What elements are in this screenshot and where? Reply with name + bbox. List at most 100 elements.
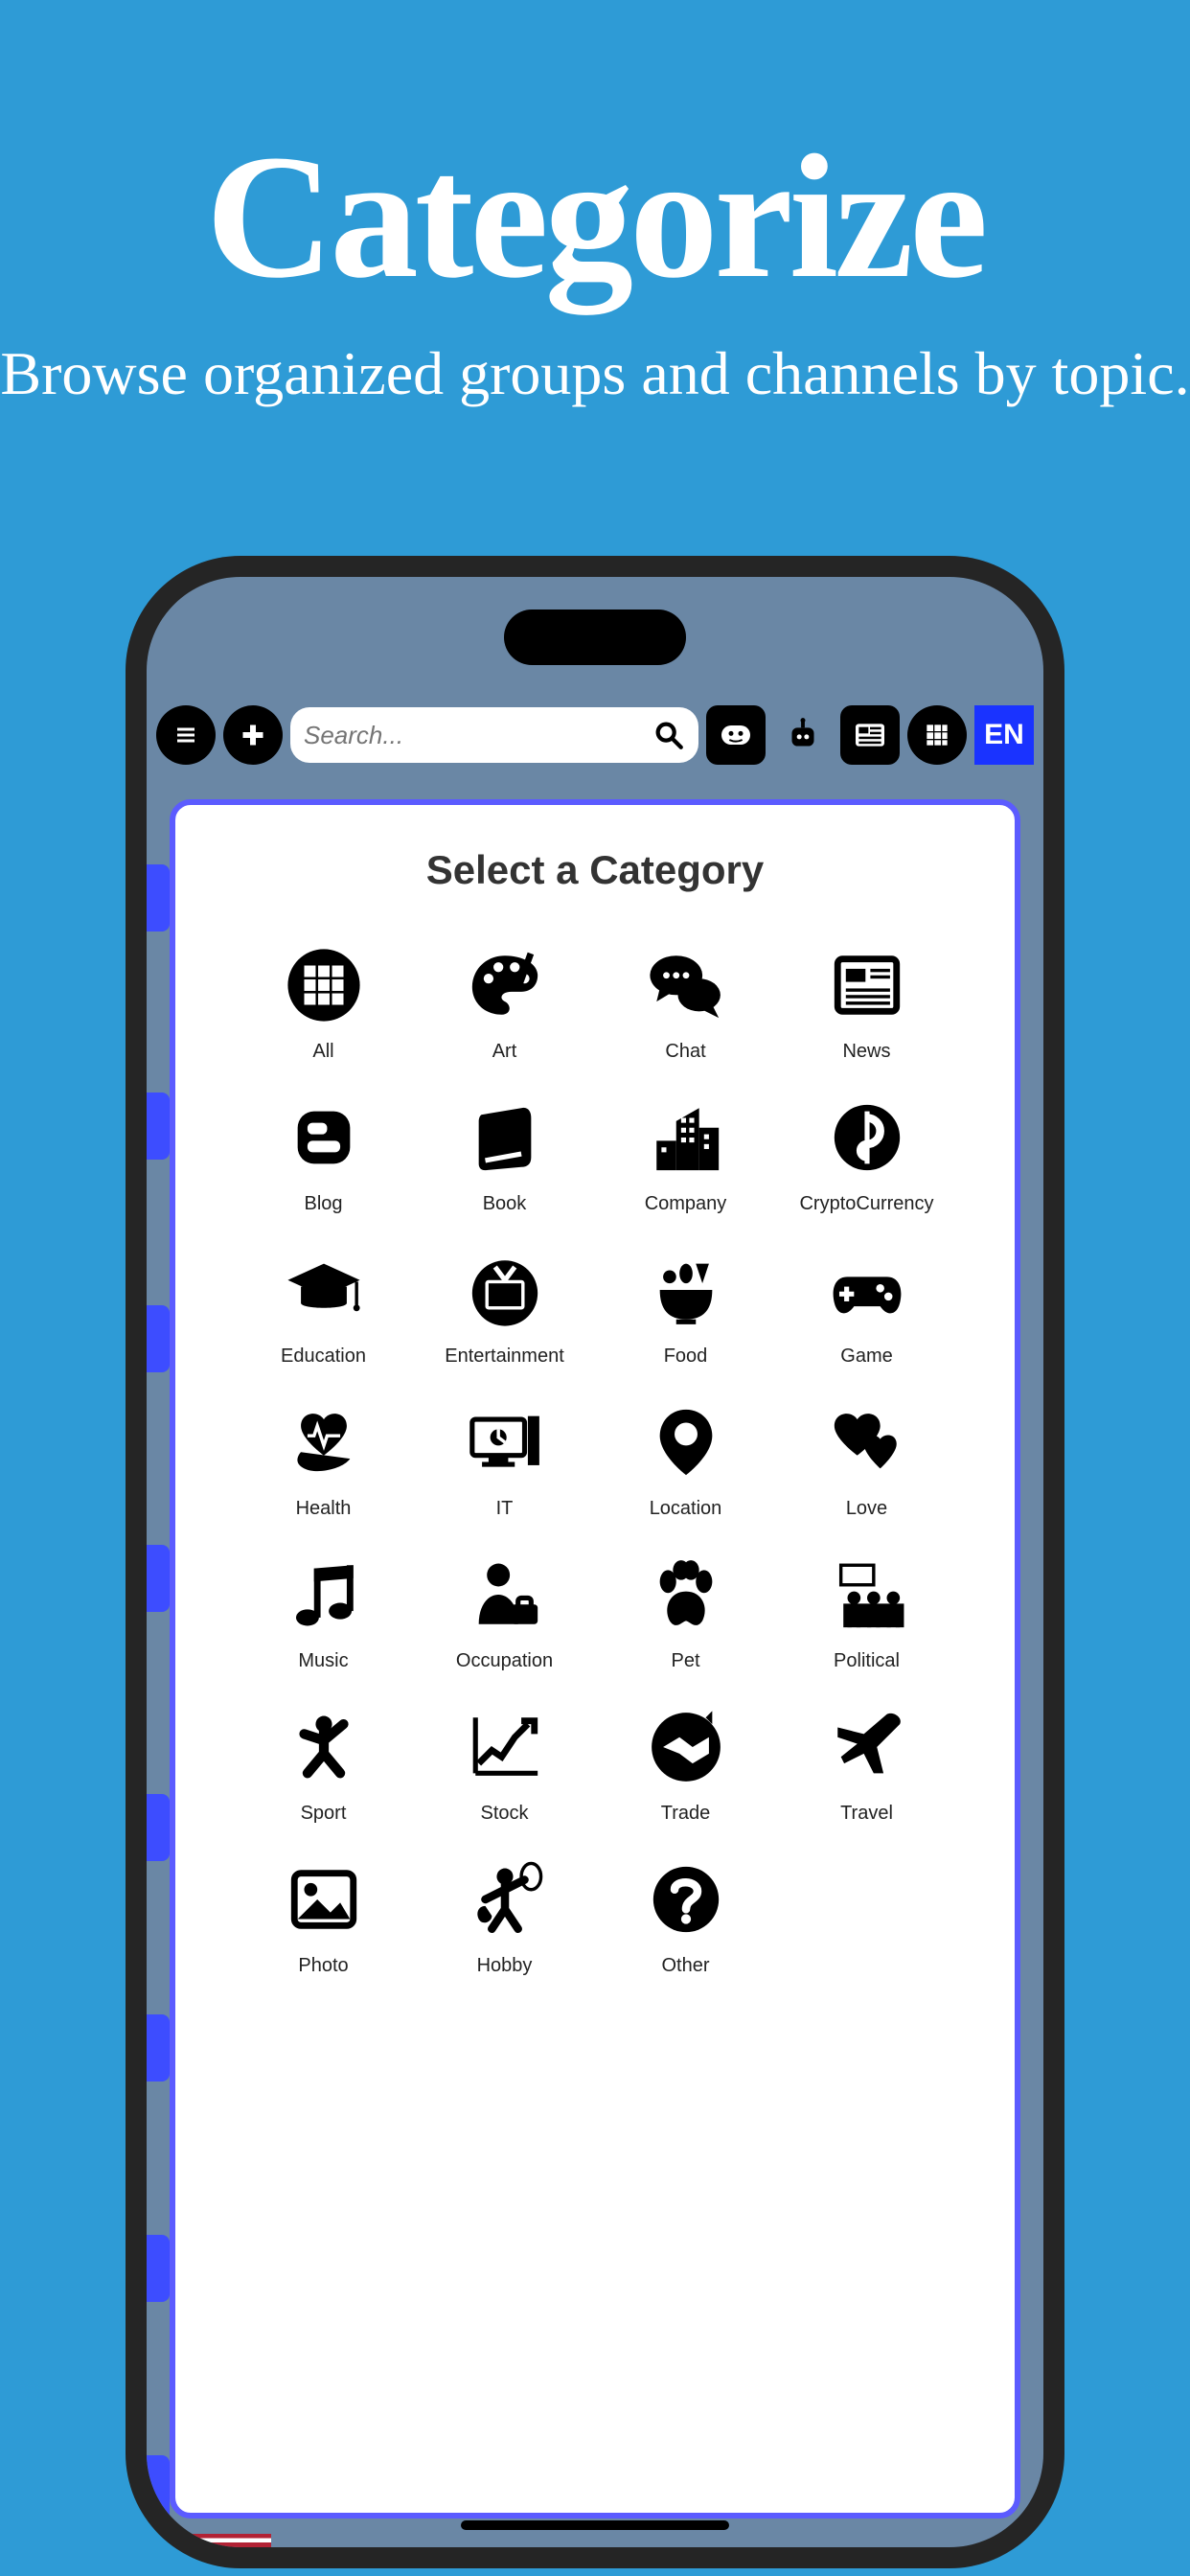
category-education[interactable]: Education (233, 1242, 414, 1368)
search-icon (652, 719, 685, 751)
category-protest[interactable]: Political (776, 1547, 957, 1672)
palette-icon (457, 937, 553, 1033)
category-label: News (842, 1041, 890, 1063)
category-computer[interactable]: IT (414, 1394, 595, 1520)
grid-icon (922, 720, 952, 750)
news-icon (819, 937, 915, 1033)
bot-button[interactable] (773, 705, 833, 765)
category-palette[interactable]: Art (414, 937, 595, 1063)
category-paw[interactable]: Pet (595, 1547, 776, 1672)
paw-icon (638, 1547, 734, 1643)
side-tab[interactable] (147, 1794, 170, 1861)
add-button[interactable] (223, 705, 283, 765)
menu-button[interactable] (156, 705, 216, 765)
education-icon (276, 1242, 372, 1338)
category-food[interactable]: Food (595, 1242, 776, 1368)
hero-title: Categorize (0, 115, 1190, 319)
search-box[interactable] (290, 707, 698, 763)
handshake-icon (638, 1699, 734, 1795)
category-gamepad[interactable]: Game (776, 1242, 957, 1368)
category-label: Other (661, 1955, 709, 1977)
computer-icon (457, 1394, 553, 1490)
category-music[interactable]: Music (233, 1547, 414, 1672)
health-icon (276, 1394, 372, 1490)
category-news[interactable]: News (776, 937, 957, 1063)
category-label: Occupation (456, 1650, 553, 1672)
category-label: Sport (301, 1803, 347, 1825)
category-crypto[interactable]: CryptoCurrency (776, 1090, 957, 1215)
category-label: Trade (661, 1803, 711, 1825)
side-tab[interactable] (147, 1545, 170, 1612)
plane-icon (819, 1699, 915, 1795)
category-label: Photo (298, 1955, 348, 1977)
category-label: Education (281, 1346, 366, 1368)
side-tab[interactable] (147, 1092, 170, 1160)
category-hearts[interactable]: Love (776, 1394, 957, 1520)
category-blog[interactable]: Blog (233, 1090, 414, 1215)
category-label: Health (296, 1498, 352, 1520)
search-input[interactable] (304, 721, 652, 750)
hero-subtitle: Browse organized groups and channels by … (0, 335, 1190, 412)
category-pin[interactable]: Location (595, 1394, 776, 1520)
category-label: Book (483, 1193, 527, 1215)
side-tab[interactable] (147, 2455, 170, 2522)
category-label: Travel (840, 1803, 893, 1825)
tv-icon (457, 1242, 553, 1338)
food-icon (638, 1242, 734, 1338)
hobby-icon (457, 1852, 553, 1947)
company-icon (638, 1090, 734, 1185)
plus-icon (236, 718, 270, 752)
home-indicator (461, 2520, 729, 2530)
theater-button[interactable] (706, 705, 766, 765)
chart-icon (457, 1699, 553, 1795)
theater-mask-icon (717, 716, 755, 754)
category-label: Company (645, 1193, 727, 1215)
category-sport[interactable]: Sport (233, 1699, 414, 1825)
category-grid: All Art Chat News Blog Book Company CryptoCurre… (175, 918, 1015, 1977)
category-label: Music (298, 1650, 348, 1672)
side-tab[interactable] (147, 2235, 170, 2302)
category-label: Art (492, 1041, 517, 1063)
category-photo[interactable]: Photo (233, 1852, 414, 1977)
category-label: Entertainment (445, 1346, 564, 1368)
crypto-icon (819, 1090, 915, 1185)
sport-icon (276, 1699, 372, 1795)
menu-icon (169, 718, 203, 752)
category-label: All (312, 1041, 333, 1063)
hearts-icon (819, 1394, 915, 1490)
category-question[interactable]: Other (595, 1852, 776, 1977)
category-chat[interactable]: Chat (595, 937, 776, 1063)
newspaper-icon (851, 716, 889, 754)
category-company[interactable]: Company (595, 1090, 776, 1215)
category-book[interactable]: Book (414, 1090, 595, 1215)
category-chart[interactable]: Stock (414, 1699, 595, 1825)
category-label: Stock (480, 1803, 528, 1825)
flag-strip (185, 2534, 271, 2547)
music-icon (276, 1547, 372, 1643)
side-tab[interactable] (147, 864, 170, 932)
category-plane[interactable]: Travel (776, 1699, 957, 1825)
category-health[interactable]: Health (233, 1394, 414, 1520)
gamepad-icon (819, 1242, 915, 1338)
phone-screen: EN Select a Category AllArtChatNewsBlogB… (147, 577, 1043, 2547)
language-button[interactable]: EN (974, 705, 1034, 765)
category-label: Chat (665, 1041, 705, 1063)
toolbar: EN (156, 702, 1034, 769)
category-label: Food (664, 1346, 708, 1368)
protest-icon (819, 1547, 915, 1643)
language-label: EN (984, 719, 1024, 751)
category-grid[interactable]: All (233, 937, 414, 1063)
question-icon (638, 1852, 734, 1947)
side-tab[interactable] (147, 1305, 170, 1372)
pin-icon (638, 1394, 734, 1490)
side-tab[interactable] (147, 2014, 170, 2082)
grid-button[interactable] (907, 705, 967, 765)
briefcase-icon (457, 1547, 553, 1643)
category-hobby[interactable]: Hobby (414, 1852, 595, 1977)
category-tv[interactable]: Entertainment (414, 1242, 595, 1368)
category-handshake[interactable]: Trade (595, 1699, 776, 1825)
category-label: Hobby (477, 1955, 533, 1977)
news-button[interactable] (840, 705, 900, 765)
grid-icon (276, 937, 372, 1033)
category-briefcase[interactable]: Occupation (414, 1547, 595, 1672)
